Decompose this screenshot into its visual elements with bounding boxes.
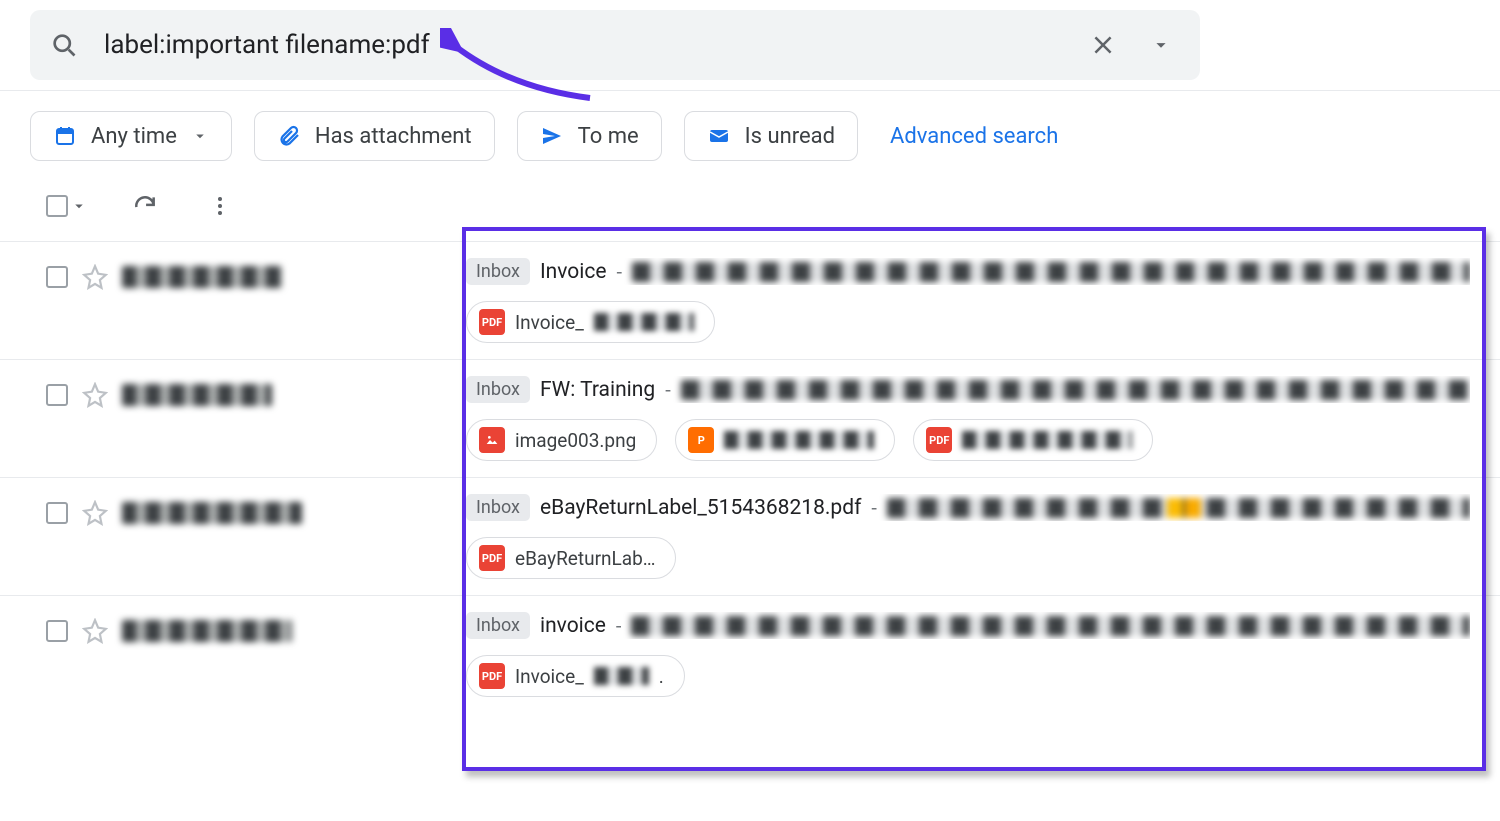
attachment-name-redacted [724, 431, 874, 449]
email-row[interactable]: Inbox Invoice - PDF Invoice_ [0, 241, 1500, 359]
star-icon [82, 382, 108, 408]
star-icon [82, 264, 108, 290]
snippet-redacted [887, 498, 1470, 518]
send-icon [540, 124, 564, 148]
filter-to-me[interactable]: To me [517, 111, 662, 161]
separator: - [616, 614, 622, 638]
filter-chip-row: Any time Has attachment To me Is unread … [0, 91, 1500, 179]
pdf-icon: PDF [926, 427, 952, 453]
checkbox-icon [46, 195, 68, 217]
attachment-icon [277, 124, 301, 148]
filter-label: Has attachment [315, 124, 472, 149]
star-button[interactable] [82, 500, 108, 526]
attachment-chip[interactable]: PDF Invoice_ . [466, 655, 685, 697]
select-all-control[interactable] [46, 195, 88, 217]
pdf-icon: PDF [479, 545, 505, 571]
attachment-chip[interactable]: PDF [913, 419, 1153, 461]
mail-toolbar [0, 179, 1500, 241]
caret-down-icon [191, 127, 209, 145]
star-icon [82, 500, 108, 526]
attachment-name-redacted [594, 667, 649, 685]
caret-down-icon [1150, 34, 1172, 56]
email-subject: invoice [540, 614, 606, 638]
attachment-chip[interactable]: PDF Invoice_ [466, 301, 715, 343]
search-options-button[interactable] [1142, 26, 1180, 64]
attachment-chip[interactable]: PDF eBayReturnLab… [466, 537, 676, 579]
search-icon [50, 31, 78, 59]
snippet-redacted [631, 616, 1470, 636]
sender-redacted [122, 620, 292, 642]
attachment-name-prefix: Invoice_ [515, 665, 584, 688]
snippet-redacted [632, 262, 1470, 282]
email-row[interactable]: Inbox FW: Training - image003.png P PDF [0, 359, 1500, 477]
row-checkbox[interactable] [46, 502, 68, 524]
slides-icon: P [688, 427, 714, 453]
clear-search-button[interactable] [1082, 24, 1124, 66]
attachment-name-prefix: Invoice_ [515, 311, 584, 334]
attachment-name: image003.png [515, 429, 636, 452]
filter-label: Any time [91, 124, 177, 149]
more-button[interactable] [202, 188, 238, 224]
email-row[interactable]: Inbox eBayReturnLabel_5154368218.pdf - P… [0, 477, 1500, 595]
calendar-icon [53, 124, 77, 148]
email-subject: FW: Training [540, 378, 655, 402]
filter-is-unread[interactable]: Is unread [684, 111, 858, 161]
star-icon [82, 618, 108, 644]
sender-redacted [122, 384, 272, 406]
email-subject: Invoice [540, 260, 607, 284]
pdf-icon: PDF [479, 309, 505, 335]
refresh-icon [132, 193, 158, 219]
mail-icon [707, 124, 731, 148]
caret-down-icon [70, 197, 88, 215]
filter-label: Is unread [745, 124, 835, 149]
row-checkbox[interactable] [46, 620, 68, 642]
search-bar[interactable] [30, 10, 1200, 80]
attachment-name-suffix: . [659, 665, 664, 688]
refresh-button[interactable] [126, 187, 164, 225]
attachment-name-redacted [962, 431, 1132, 449]
attachment-chip[interactable]: image003.png [466, 419, 657, 461]
label-badge: Inbox [466, 612, 530, 639]
email-list: Inbox Invoice - PDF Invoice_ Inbox [0, 241, 1500, 713]
sender-redacted [122, 502, 302, 524]
attachment-name: eBayReturnLab… [515, 547, 655, 570]
attachment-name-redacted [594, 313, 694, 331]
email-row[interactable]: Inbox invoice - PDF Invoice_ . [0, 595, 1500, 713]
advanced-search-link[interactable]: Advanced search [890, 124, 1058, 149]
snippet-redacted [681, 380, 1470, 400]
label-badge: Inbox [466, 376, 530, 403]
pdf-icon: PDF [479, 663, 505, 689]
sender-redacted [122, 266, 282, 288]
attachment-chip[interactable]: P [675, 419, 895, 461]
separator: - [617, 260, 623, 284]
row-checkbox[interactable] [46, 384, 68, 406]
label-badge: Inbox [466, 258, 530, 285]
filter-any-time[interactable]: Any time [30, 111, 232, 161]
filter-label: To me [578, 124, 639, 149]
more-vertical-icon [208, 194, 232, 218]
email-subject: eBayReturnLabel_5154368218.pdf [540, 496, 861, 520]
row-checkbox[interactable] [46, 266, 68, 288]
star-button[interactable] [82, 264, 108, 290]
filter-has-attachment[interactable]: Has attachment [254, 111, 495, 161]
separator: - [665, 378, 671, 402]
label-badge: Inbox [466, 494, 530, 521]
star-button[interactable] [82, 382, 108, 408]
star-button[interactable] [82, 618, 108, 644]
image-icon [479, 427, 505, 453]
separator: - [871, 496, 877, 520]
close-icon [1090, 32, 1116, 58]
search-input[interactable] [102, 29, 1082, 61]
